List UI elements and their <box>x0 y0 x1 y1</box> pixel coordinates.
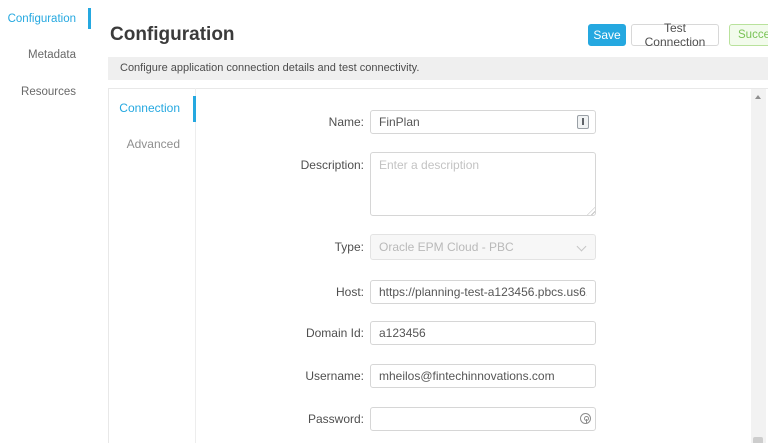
username-input[interactable] <box>370 364 596 388</box>
connection-panel <box>108 88 768 443</box>
domain-id-label: Domain Id: <box>305 326 364 340</box>
type-select-value: Oracle EPM Cloud - PBC <box>379 240 514 254</box>
tab-active-indicator <box>193 96 196 122</box>
tab-divider <box>195 88 196 443</box>
password-input[interactable] <box>370 407 596 431</box>
name-label: Name: <box>328 115 364 129</box>
sidebar-item-resources[interactable]: Resources <box>0 85 76 99</box>
test-connection-button[interactable]: Test Connection <box>631 21 719 49</box>
page-title: Configuration <box>110 24 235 45</box>
save-button[interactable]: Save <box>588 24 626 46</box>
scroll-up-arrow-icon[interactable] <box>751 89 766 104</box>
host-input[interactable] <box>370 280 596 304</box>
type-label: Type: <box>334 240 364 254</box>
status-badge: Success <box>729 24 768 46</box>
host-label: Host: <box>335 285 364 299</box>
info-bar: Configure application connection details… <box>108 57 768 80</box>
autofill-extension-icon[interactable] <box>577 115 589 129</box>
domain-id-input[interactable] <box>370 321 596 345</box>
app-root: Configuration Metadata Resources Configu… <box>0 0 768 443</box>
sidebar-item-configuration[interactable]: Configuration <box>0 12 76 26</box>
chevron-down-icon <box>576 241 587 252</box>
tab-advanced[interactable]: Advanced <box>100 137 180 151</box>
info-bar-text: Configure application connection details… <box>120 62 420 74</box>
description-textarea[interactable] <box>370 152 596 216</box>
scrollbar-thumb[interactable] <box>753 437 763 443</box>
sidebar-item-metadata[interactable]: Metadata <box>0 48 76 62</box>
type-select: Oracle EPM Cloud - PBC <box>370 234 596 260</box>
tab-connection[interactable]: Connection <box>100 101 180 115</box>
description-label: Description: <box>300 158 364 172</box>
username-label: Username: <box>305 369 364 383</box>
password-label: Password: <box>307 412 364 426</box>
vertical-scrollbar[interactable] <box>751 89 766 443</box>
sidebar-active-indicator <box>88 8 91 29</box>
name-input[interactable] <box>370 110 596 134</box>
reveal-password-icon[interactable] <box>580 413 591 424</box>
